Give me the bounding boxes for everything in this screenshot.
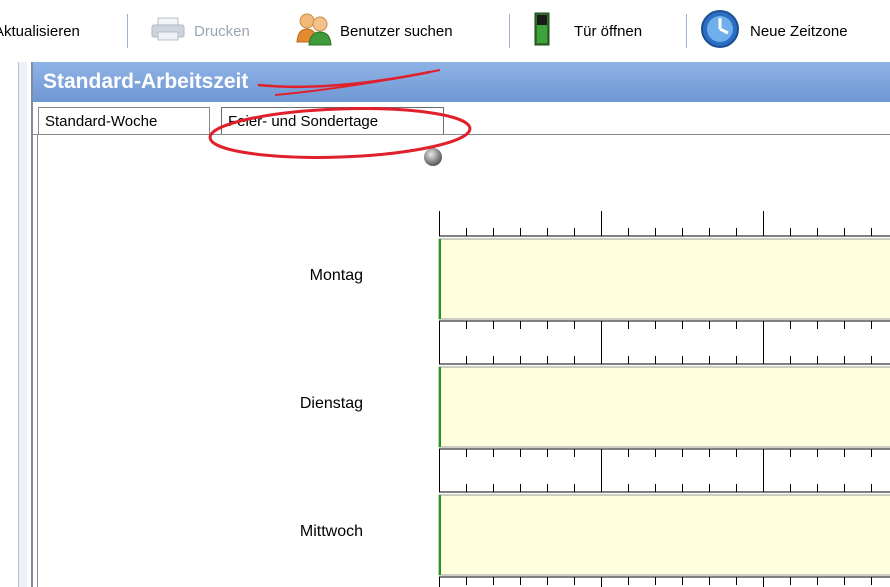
print-button[interactable]: Drucken <box>150 0 250 62</box>
tab-standard-week-label: Standard-Woche <box>45 112 158 130</box>
window-title: Standard-Arbeitszeit <box>33 62 890 102</box>
left-panel-scrollbar[interactable] <box>18 62 27 587</box>
new-timezone-label: Neue Zeitzone <box>750 22 848 40</box>
tab-holidays[interactable]: Feier- und Sondertage <box>221 107 444 134</box>
toolbar: Aktualisieren Drucken Benutzer suchen Tü… <box>0 0 890 62</box>
schedule-tracks[interactable] <box>33 135 890 587</box>
day-schedule-bar[interactable] <box>438 494 890 576</box>
schedule-panel: Montag Dienstag Mittwoch <box>33 135 890 587</box>
day-schedule-bar[interactable] <box>438 366 890 448</box>
toolbar-separator <box>686 14 687 48</box>
door-icon <box>534 12 550 50</box>
clock-icon <box>700 9 740 53</box>
tab-bar: Standard-Woche Feier- und Sondertage <box>33 102 890 135</box>
tab-standard-week[interactable]: Standard-Woche <box>38 107 210 134</box>
day-schedule-bar[interactable] <box>438 238 890 320</box>
toolbar-separator <box>509 14 510 48</box>
user-search-label: Benutzer suchen <box>340 22 453 40</box>
toolbar-separator <box>127 14 128 48</box>
work-time-window: Standard-Arbeitszeit Standard-Woche Feie… <box>31 62 890 587</box>
tab-holidays-label: Feier- und Sondertage <box>228 112 379 130</box>
print-label: Drucken <box>194 22 250 40</box>
new-timezone-button[interactable]: Neue Zeitzone <box>700 0 848 62</box>
users-icon <box>296 12 332 50</box>
refresh-button[interactable]: Aktualisieren <box>0 0 80 62</box>
open-door-label: Tür öffnen <box>574 22 643 40</box>
open-door-button[interactable]: Tür öffnen <box>534 0 642 62</box>
window-title-text: Standard-Arbeitszeit <box>43 70 249 93</box>
refresh-label: Aktualisieren <box>0 22 80 40</box>
left-panel <box>0 62 27 587</box>
printer-icon <box>150 16 186 46</box>
user-search-button[interactable]: Benutzer suchen <box>296 0 453 62</box>
